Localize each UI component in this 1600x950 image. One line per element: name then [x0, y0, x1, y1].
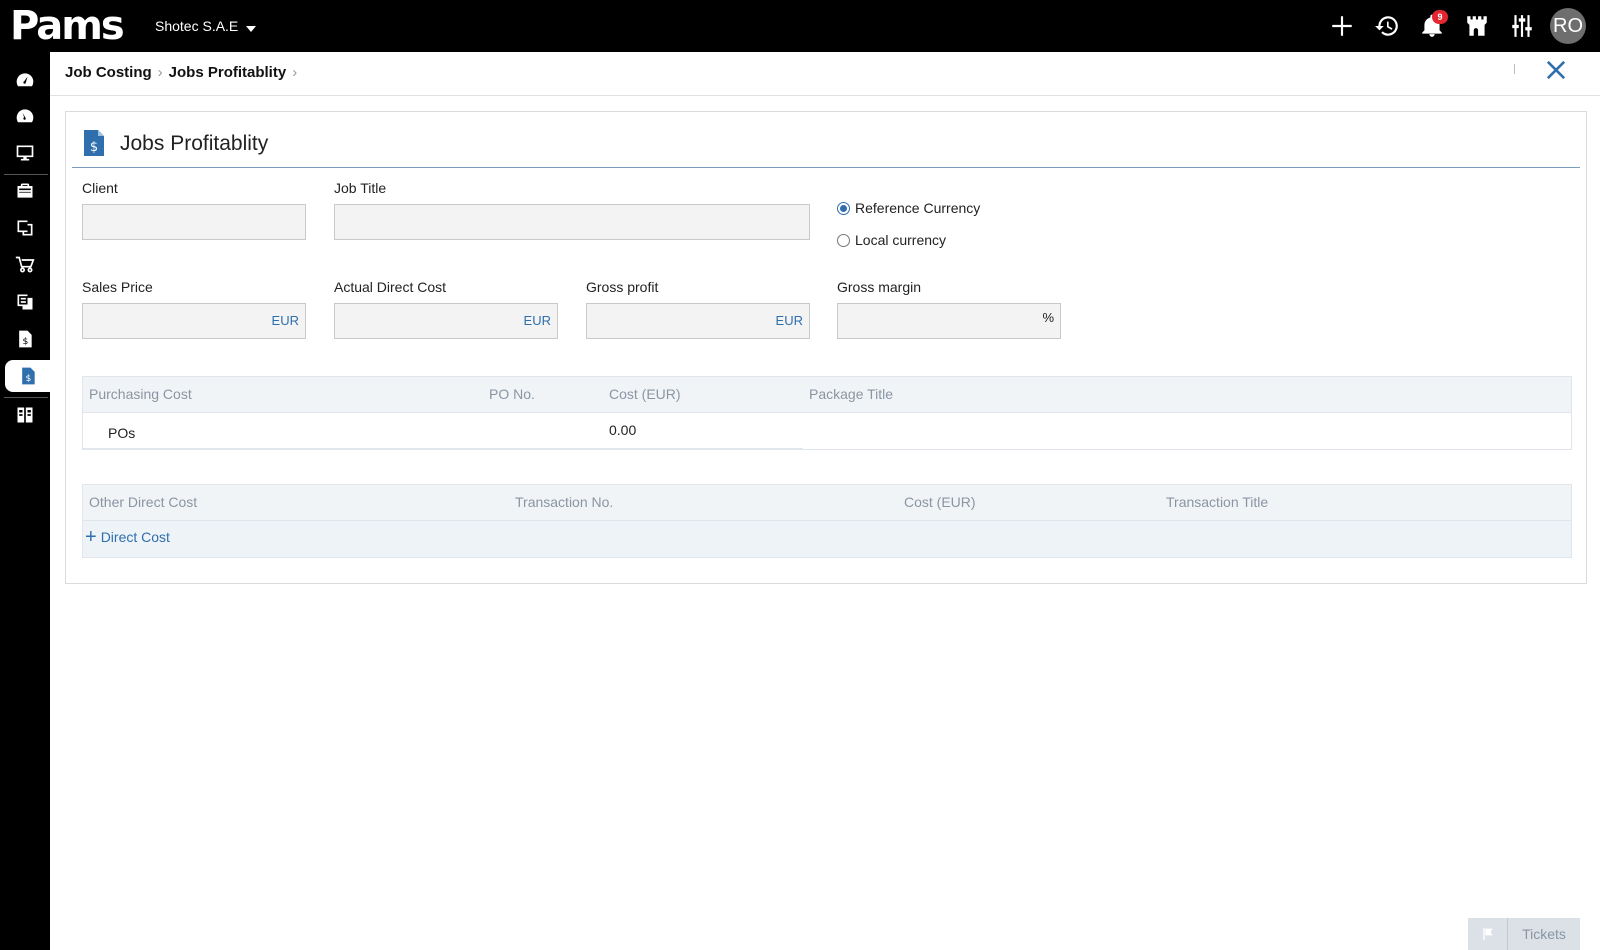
- client-input[interactable]: [82, 204, 306, 240]
- chevron-down-icon: [246, 26, 257, 33]
- page-title: Jobs Profitablity: [120, 132, 269, 155]
- company-name: Shotec S.A.E: [155, 18, 239, 34]
- profitability-icon: $: [21, 367, 35, 385]
- top-actions: 9 RO: [1319, 0, 1600, 52]
- sales-price-input[interactable]: EUR: [82, 303, 306, 339]
- gross-profit-label: Gross profit: [586, 279, 659, 295]
- purchasing-cost-table: Purchasing Cost PO No. Cost (EUR) Packag…: [82, 376, 1572, 450]
- breadcrumb-bar: Job Costing › Jobs Profitablity ›: [50, 52, 1600, 96]
- column-header: Other Direct Cost: [89, 494, 198, 510]
- notification-badge: 9: [1432, 10, 1448, 24]
- client-label: Client: [82, 180, 118, 196]
- history-icon: [1374, 16, 1398, 36]
- plus-icon: [1331, 16, 1352, 36]
- other-direct-cost-table: Other Direct Cost Transaction No. Cost (…: [82, 484, 1572, 558]
- currency-suffix: EUR: [523, 313, 551, 328]
- layout-icon: [17, 407, 33, 423]
- column-header: Cost (EUR): [904, 494, 976, 510]
- sidebar-item-dashboard[interactable]: [0, 64, 50, 96]
- actual-direct-cost-label: Actual Direct Cost: [334, 279, 447, 295]
- sidebar-item-jobs[interactable]: [0, 175, 50, 207]
- sidebar-item-purchasing[interactable]: [0, 249, 50, 281]
- column-header: Transaction No.: [515, 494, 614, 510]
- divider: [1514, 64, 1515, 74]
- svg-text:$: $: [25, 373, 31, 384]
- gauge-icon: [16, 73, 34, 87]
- svg-text:$: $: [23, 336, 29, 347]
- monitor-icon: [16, 145, 34, 161]
- reports-icon: [17, 294, 33, 310]
- breadcrumb-job-costing[interactable]: Job Costing: [65, 64, 152, 81]
- column-header: Transaction Title: [1166, 494, 1269, 510]
- add-direct-cost-row: + Direct Cost: [83, 521, 1571, 557]
- column-header: Package Title: [809, 386, 894, 402]
- sidebar-divider: [4, 397, 48, 398]
- table-header: Purchasing Cost PO No. Cost (EUR) Packag…: [83, 377, 1571, 413]
- currency-suffix: EUR: [775, 313, 803, 328]
- job-title-input[interactable]: [334, 204, 810, 240]
- radio-unselected-icon: [837, 233, 850, 247]
- column-header: Cost (EUR): [609, 386, 681, 402]
- castle-button[interactable]: [1454, 0, 1499, 52]
- cart-icon: [15, 256, 35, 273]
- speedometer-icon: [16, 109, 34, 123]
- sidebar-item-analytics[interactable]: [0, 100, 50, 132]
- row-label: POs: [108, 425, 136, 441]
- reference-currency-label: Reference Currency: [855, 200, 981, 216]
- notifications-button[interactable]: 9: [1409, 0, 1454, 52]
- chevron-right-icon: ›: [292, 64, 298, 81]
- percent-suffix: %: [1042, 310, 1054, 325]
- documents-icon: [17, 220, 33, 236]
- castle-icon: [1466, 16, 1487, 36]
- left-sidebar: $ $: [0, 52, 50, 950]
- table-row[interactable]: POs 0.00: [83, 413, 1571, 449]
- sidebar-item-reports[interactable]: [0, 286, 50, 318]
- jobs-profitability-panel: $ Jobs Profitablity Client Job Title Ref…: [65, 111, 1587, 584]
- sales-price-label: Sales Price: [82, 279, 153, 295]
- tickets-label: Tickets: [1522, 926, 1566, 942]
- close-icon[interactable]: [1542, 56, 1570, 84]
- sidebar-item-desktop[interactable]: [0, 137, 50, 169]
- tickets-button[interactable]: Tickets: [1468, 918, 1580, 950]
- add-direct-cost-label: Direct Cost: [100, 529, 170, 545]
- sidebar-item-job-costing[interactable]: $: [5, 360, 50, 392]
- app-logo[interactable]: Pams: [10, 4, 125, 48]
- local-currency-radio[interactable]: Local currency: [837, 232, 946, 248]
- job-title-label: Job Title: [334, 180, 387, 196]
- flag-icon: [1468, 918, 1508, 950]
- currency-suffix: EUR: [271, 313, 299, 328]
- breadcrumb: Job Costing › Jobs Profitablity ›: [65, 64, 303, 81]
- breadcrumb-jobs-profitability[interactable]: Jobs Profitablity: [169, 64, 287, 81]
- sidebar-item-layout[interactable]: [0, 399, 50, 431]
- sliders-icon: [1511, 15, 1532, 37]
- sidebar-item-invoices[interactable]: $: [0, 323, 50, 355]
- top-bar: Pams Shotec S.A.E 9 RO: [0, 0, 1600, 52]
- gross-margin-input[interactable]: %: [837, 303, 1061, 339]
- table-header: Other Direct Cost Transaction No. Cost (…: [83, 485, 1571, 521]
- row-cost: 0.00: [609, 422, 637, 438]
- svg-text:$: $: [90, 140, 98, 155]
- actual-direct-cost-input[interactable]: EUR: [334, 303, 558, 339]
- user-avatar[interactable]: RO: [1550, 8, 1586, 44]
- reference-currency-radio[interactable]: Reference Currency: [837, 200, 980, 216]
- history-button[interactable]: [1364, 0, 1409, 52]
- panel-header: $ Jobs Profitablity: [72, 122, 1580, 168]
- company-selector[interactable]: Shotec S.A.E: [155, 18, 257, 34]
- row-divider: [83, 448, 803, 449]
- gross-profit-input[interactable]: EUR: [586, 303, 810, 339]
- profitability-icon: $: [84, 130, 104, 156]
- plus-icon: +: [85, 526, 97, 548]
- column-header: PO No.: [489, 386, 535, 402]
- gross-margin-label: Gross margin: [837, 279, 922, 295]
- local-currency-label: Local currency: [855, 232, 947, 248]
- briefcase-icon: [17, 183, 33, 198]
- sidebar-item-documents[interactable]: [0, 212, 50, 244]
- invoice-icon: $: [19, 330, 32, 348]
- add-button[interactable]: [1319, 0, 1364, 52]
- settings-sliders-button[interactable]: [1499, 0, 1544, 52]
- add-direct-cost-button[interactable]: + Direct Cost: [85, 526, 170, 548]
- radio-selected-icon: [837, 201, 850, 215]
- chevron-right-icon: ›: [157, 64, 163, 81]
- column-header: Purchasing Cost: [89, 386, 192, 402]
